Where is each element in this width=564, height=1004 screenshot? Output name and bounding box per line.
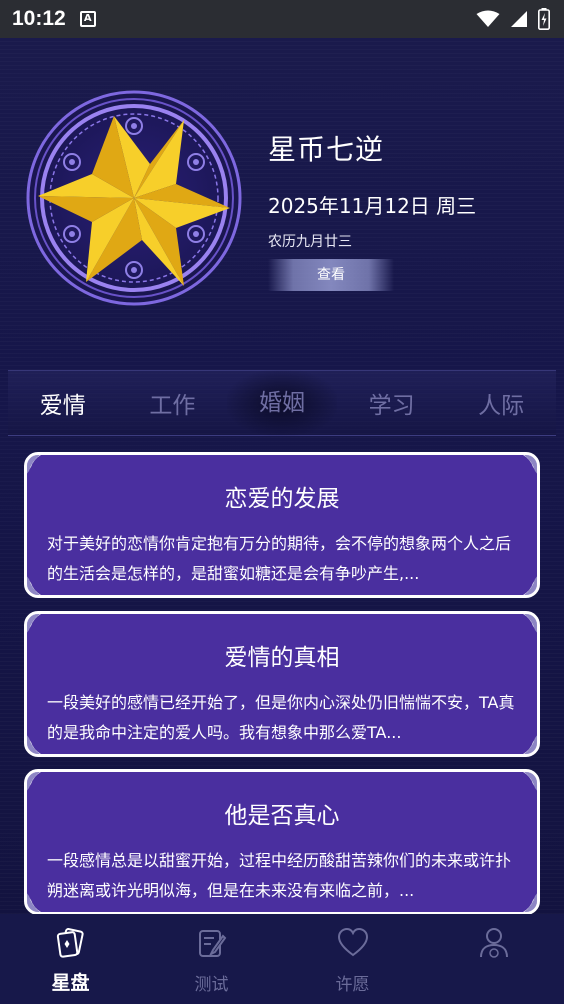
card-corner-ornament — [27, 772, 41, 791]
cards-icon — [56, 928, 84, 958]
reading-card[interactable]: 爱情的真相 一段美好的感情已经开始了，但是你内心深处仍旧惴惴不安，TA真的是我命… — [24, 611, 540, 757]
main-content: 星币七逆 2025年11月12日 周三 农历九月廿三 查看 爱情 工作 婚姻 学… — [0, 38, 564, 914]
reading-card[interactable]: 恋爱的发展 对于美好的恋情你肯定抱有万分的期待，会不停的想象两个人之后的生活会是… — [24, 452, 540, 598]
card-corner-ornament — [513, 614, 537, 638]
nav-item-test[interactable]: 测试 — [141, 914, 282, 1004]
status-bar: 10:12 A — [0, 0, 564, 38]
view-button[interactable]: 查看 — [268, 259, 394, 291]
card-corner-ornament — [513, 730, 537, 754]
card-corner-ornament — [513, 772, 537, 796]
nav-item-profile[interactable] — [423, 914, 564, 1004]
category-tabs: 爱情 工作 婚姻 学习 人际 — [8, 370, 556, 436]
card-corner-ornament — [27, 571, 51, 595]
star-emblem — [26, 90, 242, 306]
card-corner-ornament — [27, 455, 41, 474]
card-description: 一段感情总是以甜蜜开始，过程中经历酸甜苦辣你们的未来或许扑朔迷离或许光明似海，但… — [47, 851, 512, 900]
heart-icon — [337, 927, 368, 957]
card-title: 恋爱的发展 — [224, 486, 340, 512]
card-description: 对于美好的恋情你肯定抱有万分的期待，会不停的想象两个人之后的生活会是怎样的，是甜… — [47, 534, 512, 583]
wifi-icon — [476, 10, 500, 27]
date-label: 2025年11月12日 周三 — [268, 194, 477, 218]
lunar-date-label: 农历九月廿三 — [268, 234, 352, 250]
nav-item-star-chart[interactable]: 星盘 — [0, 914, 141, 1004]
edit-icon — [198, 930, 226, 957]
tab-social[interactable]: 人际 — [446, 386, 556, 420]
card-corner-ornament — [27, 730, 51, 754]
nav-item-wish[interactable]: 许愿 — [282, 914, 423, 1004]
card-title: 他是否真心 — [224, 803, 340, 829]
header-info: 星币七逆 2025年11月12日 周三 农历九月廿三 查看 — [268, 128, 476, 291]
card-corner-ornament — [27, 888, 51, 912]
reading-card[interactable]: 他是否真心 一段感情总是以甜蜜开始，过程中经历酸甜苦辣你们的未来或许扑朔迷离或许… — [24, 769, 540, 914]
card-corner-ornament — [27, 614, 41, 633]
nav-label: 测试 — [194, 975, 229, 995]
tab-love[interactable]: 爱情 — [8, 386, 118, 420]
card-corner-ornament — [513, 888, 537, 912]
battery-icon — [538, 8, 550, 30]
nav-label: 许愿 — [335, 975, 370, 995]
tab-marriage[interactable]: 婚姻 — [227, 370, 337, 436]
tab-study[interactable]: 学习 — [337, 386, 447, 420]
signal-icon — [511, 11, 527, 27]
notification-icon: A — [79, 11, 96, 27]
card-corner-ornament — [513, 571, 537, 595]
tab-work[interactable]: 工作 — [118, 386, 228, 420]
card-description: 一段美好的感情已经开始了，但是你内心深处仍旧惴惴不安，TA真的是我命中注定的爱人… — [47, 693, 515, 742]
bottom-nav: 星盘 测试 许愿 — [0, 914, 564, 1004]
status-time: 10:12 — [12, 7, 66, 30]
profile-icon — [479, 928, 508, 958]
card-title: 爱情的真相 — [224, 645, 340, 671]
card-corner-ornament — [513, 455, 537, 479]
nav-label: 星盘 — [51, 972, 90, 994]
app-title: 星币七逆 — [268, 133, 385, 166]
